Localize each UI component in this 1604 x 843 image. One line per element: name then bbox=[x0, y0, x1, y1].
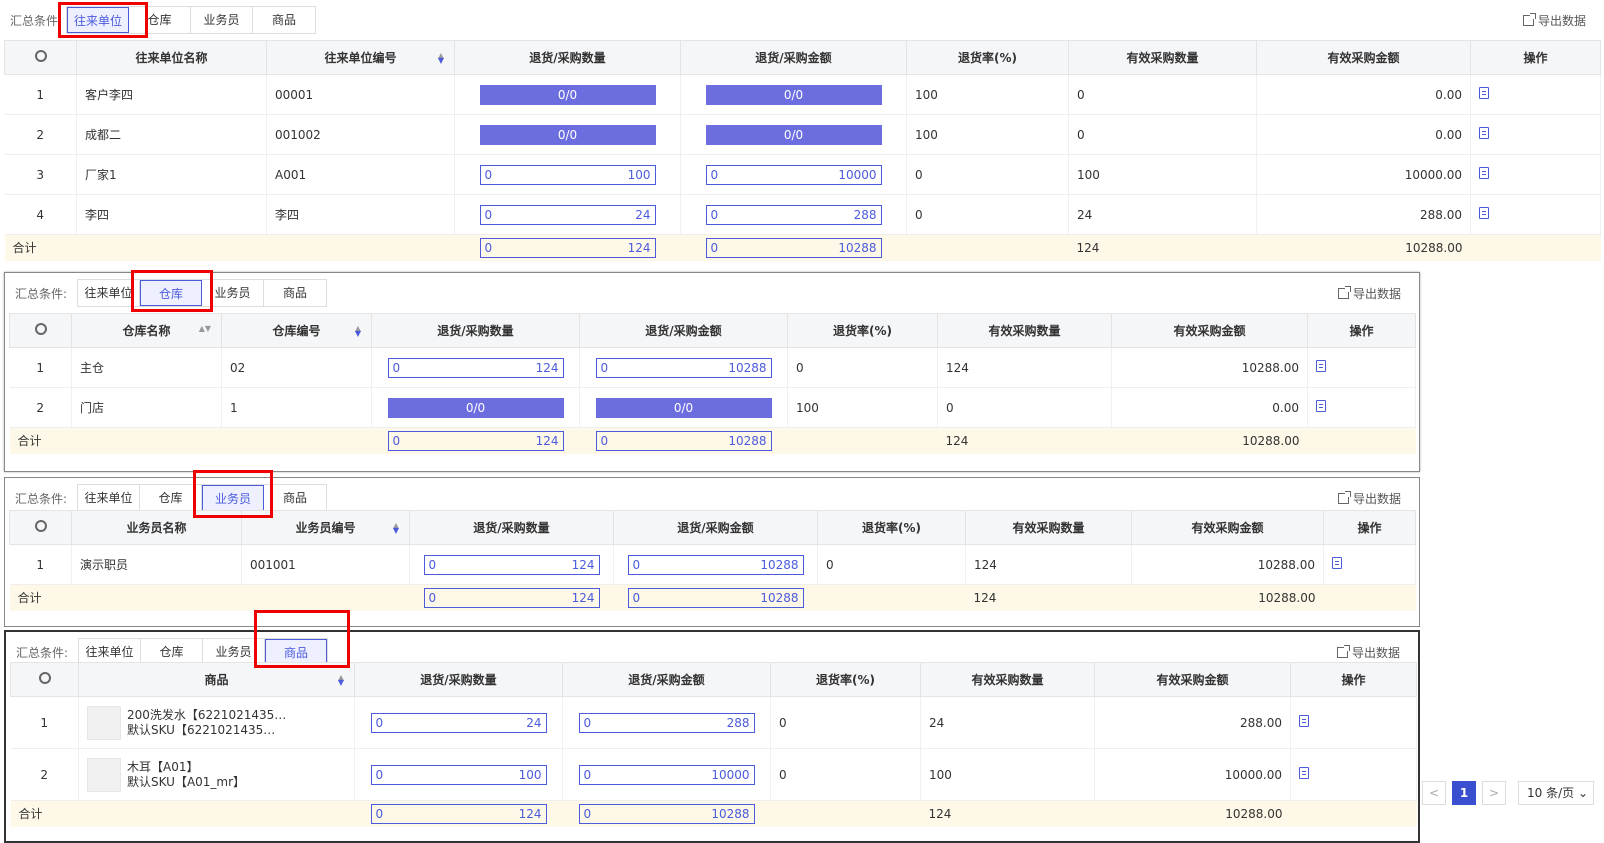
tab-salesman[interactable]: 业务员 bbox=[191, 7, 253, 33]
gear-icon bbox=[38, 672, 51, 684]
cond-label: 汇总条件: bbox=[10, 14, 63, 28]
tab-product[interactable]: 商品 bbox=[264, 280, 326, 306]
table-row: 4 李四 李四 0 24 0 288 0 24 288.00 bbox=[4, 194, 1601, 235]
detail-icon[interactable] bbox=[1316, 360, 1326, 372]
total-row: 合计 0 124 0 10288 124 10288.00 bbox=[10, 800, 1417, 827]
page-size-select[interactable]: 10 条/页 ⌄ bbox=[1518, 781, 1594, 805]
data-table: 业务员名称 业务员编号 ▲ ▼ 退货/采购数量 退货/采购金额 退货率(%) 有效采… bbox=[9, 510, 1416, 611]
col-ea: 有效采购金额 bbox=[1256, 40, 1471, 75]
tab-partner[interactable]: 往来单位 bbox=[67, 7, 129, 33]
condition-tabs: 往来单位 仓库 业务员 商品 bbox=[77, 484, 327, 512]
export-icon bbox=[1337, 286, 1351, 299]
tab-salesman[interactable]: 业务员 bbox=[202, 280, 264, 306]
export-button[interactable]: 导出数据 bbox=[1337, 285, 1401, 302]
tab-warehouse[interactable]: 仓库 bbox=[140, 485, 202, 511]
tab-warehouse[interactable]: 仓库 bbox=[140, 280, 202, 306]
detail-icon[interactable] bbox=[1479, 207, 1489, 219]
col-rate: 退货率(%) bbox=[906, 40, 1069, 75]
condition-tabs: 往来单位 仓库 业务员 商品 bbox=[77, 279, 327, 307]
detail-icon[interactable] bbox=[1299, 715, 1309, 727]
tab-product[interactable]: 商品 bbox=[264, 485, 326, 511]
amt-ratio-box: 0 10000 bbox=[705, 164, 882, 185]
progress-bar: 0/0 bbox=[479, 124, 656, 145]
total-row: 合计 0 124 0 10288 124 10288.00 bbox=[4, 234, 1601, 261]
sort-icon[interactable]: ▲▼ bbox=[338, 674, 344, 687]
panel-product: 汇总条件: 往来单位 仓库 业务员 商品 导出数据 商品 ▲ ▼ 退货/采购数量 退… bbox=[4, 610, 1420, 843]
export-icon bbox=[1337, 491, 1351, 504]
product-image bbox=[87, 705, 121, 740]
col-eq: 有效采购数量 bbox=[1068, 40, 1257, 75]
data-table: 商品 ▲ ▼ 退货/采购数量 退货/采购金额 退货率(%) 有效采购数量 有效采购金… bbox=[10, 662, 1417, 827]
progress-bar: 0/0 bbox=[705, 84, 882, 105]
progress-bar: 0/0 bbox=[387, 397, 564, 418]
col-amt: 退货/采购金额 bbox=[680, 40, 907, 75]
tab-partner[interactable]: 往来单位 bbox=[78, 485, 140, 511]
settings-header[interactable] bbox=[4, 40, 77, 75]
detail-icon[interactable] bbox=[1479, 167, 1489, 179]
table-row: 1 演示职员 001001 0 124 0 10288 0 124 10288.00 bbox=[9, 544, 1416, 585]
progress-bar: 0/0 bbox=[705, 124, 882, 145]
detail-icon[interactable] bbox=[1316, 400, 1326, 412]
gear-icon bbox=[34, 520, 47, 532]
sort-icon[interactable]: ▲▼ bbox=[393, 522, 399, 535]
export-icon bbox=[1522, 13, 1536, 26]
gear-icon bbox=[34, 323, 47, 335]
table-row: 2 门店 1 0/0 0/0 100 0 0.00 bbox=[9, 387, 1416, 428]
progress-bar: 0/0 bbox=[595, 397, 772, 418]
total-row: 合计 0 124 0 10288 124 10288.00 bbox=[9, 427, 1416, 454]
data-table: 往来单位名称 往来单位编号 ▲ ▼ 退货/采购数量 退货/采购金额 退货率(%) 有… bbox=[4, 40, 1601, 261]
page-1-button[interactable]: 1 bbox=[1452, 781, 1476, 805]
export-icon bbox=[1336, 645, 1350, 658]
panel-partner: 汇总条件: 往来单位 仓库 业务员 商品 导出数据 往来单位名称 往来单位编号 ▲… bbox=[0, 0, 1604, 270]
table-row: 2 成都二 001002 0/0 0/0 100 0 0.00 bbox=[4, 114, 1601, 155]
tab-salesman[interactable]: 业务员 bbox=[202, 485, 264, 511]
amt-ratio-box: 0 288 bbox=[705, 204, 882, 225]
summary-bar: 汇总条件: 往来单位 仓库 业务员 商品 导出数据 bbox=[0, 0, 1604, 40]
data-table: 仓库名称 ▲▼ 仓库编号 ▲ ▼ 退货/采购数量 退货/采购金额 退货率(%) 有效采… bbox=[9, 313, 1416, 454]
col-op: 操作 bbox=[1470, 40, 1601, 75]
sort-icon[interactable]: ▲▼ bbox=[438, 52, 444, 65]
sort-icon[interactable]: ▲▼ bbox=[355, 325, 361, 338]
export-button[interactable]: 导出数据 bbox=[1522, 12, 1586, 29]
condition-tabs: 往来单位 仓库 业务员 商品 bbox=[66, 6, 316, 34]
export-button[interactable]: 导出数据 bbox=[1336, 644, 1400, 661]
tab-product[interactable]: 商品 bbox=[253, 7, 315, 33]
table-row: 1 主仓 02 0 124 0 10288 0 124 10288.00 bbox=[9, 347, 1416, 388]
detail-icon[interactable] bbox=[1479, 87, 1489, 99]
next-page-button[interactable]: > bbox=[1482, 781, 1506, 805]
panel-warehouse: 汇总条件: 往来单位 仓库 业务员 商品 导出数据 仓库名称 ▲▼ 仓库编号 ▲ ▼ … bbox=[4, 270, 1420, 472]
table-row: 3 厂家1 A001 0 100 0 10000 0 100 10000.00 bbox=[4, 154, 1601, 195]
col-code[interactable]: 往来单位编号 ▲ ▼ bbox=[266, 40, 455, 75]
total-row: 合计 0 124 0 10288 124 10288.00 bbox=[9, 584, 1416, 611]
pagination: < 1 > 10 条/页 ⌄ bbox=[1422, 781, 1594, 805]
export-button[interactable]: 导出数据 bbox=[1337, 490, 1401, 507]
table-row: 1 客户李四 00001 0/0 0/0 100 0 0.00 bbox=[4, 74, 1601, 115]
panel-salesman: 汇总条件: 往来单位 仓库 业务员 商品 导出数据 业务员名称 业务员编号 ▲ ▼ … bbox=[4, 470, 1420, 627]
prev-page-button[interactable]: < bbox=[1422, 781, 1446, 805]
qty-ratio-box: 0 24 bbox=[479, 204, 656, 225]
qty-ratio-box: 0 100 bbox=[479, 164, 656, 185]
detail-icon[interactable] bbox=[1479, 127, 1489, 139]
table-row: 1 200洗发水【6221021435… 默认SKU【6221021435… 02… bbox=[10, 696, 1417, 749]
table-row: 2 木耳【A01】 默认SKU【A01_mr】 0 100 0 10000 0 100… bbox=[10, 748, 1417, 801]
sort-icon[interactable]: ▲▼ bbox=[199, 325, 211, 333]
col-qty: 退货/采购数量 bbox=[454, 40, 681, 75]
col-name: 往来单位名称 bbox=[76, 40, 267, 75]
progress-bar: 0/0 bbox=[479, 84, 656, 105]
gear-icon bbox=[34, 50, 47, 62]
tab-partner[interactable]: 往来单位 bbox=[78, 280, 140, 306]
detail-icon[interactable] bbox=[1299, 767, 1309, 779]
product-image bbox=[87, 757, 121, 792]
tab-warehouse[interactable]: 仓库 bbox=[129, 7, 191, 33]
detail-icon[interactable] bbox=[1332, 557, 1342, 569]
